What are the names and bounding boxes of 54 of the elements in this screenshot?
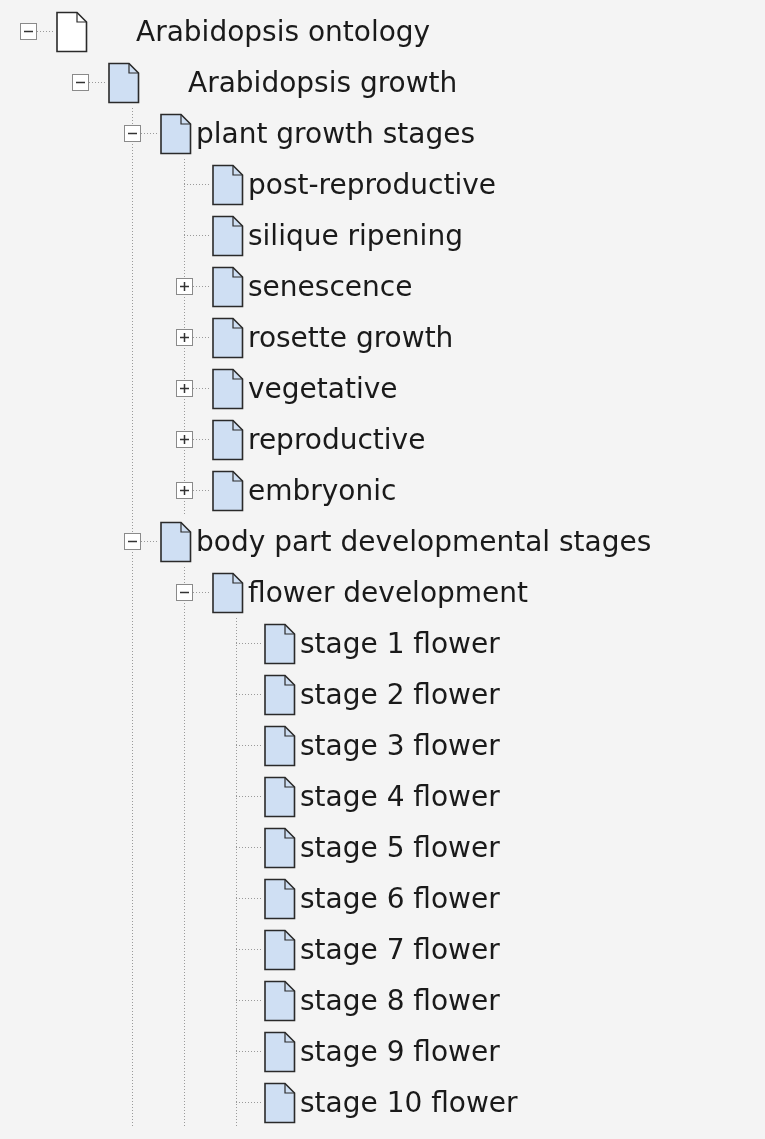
document-icon <box>262 826 296 869</box>
tree-item[interactable]: reproductive <box>248 423 426 456</box>
tree-item[interactable]: senescence <box>248 270 413 303</box>
plus-box-icon[interactable] <box>176 380 193 397</box>
tree-item[interactable]: body part developmental stages <box>196 525 652 558</box>
document-icon <box>106 61 140 104</box>
tree-item[interactable]: stage 9 flower <box>300 1035 500 1068</box>
minus-box-icon[interactable] <box>20 23 37 40</box>
tree-item[interactable]: post-reproductive <box>248 168 496 201</box>
document-icon <box>262 928 296 971</box>
document-icon <box>262 775 296 818</box>
tree-item[interactable]: plant growth stages <box>196 117 475 150</box>
document-icon <box>210 163 244 206</box>
tree-item[interactable]: Arabidopsis ontology <box>136 15 431 48</box>
tree-item[interactable]: vegetative <box>248 372 398 405</box>
document-icon <box>210 265 244 308</box>
plus-box-icon[interactable] <box>176 329 193 346</box>
document-icon <box>262 979 296 1022</box>
tree-item[interactable]: stage 7 flower <box>300 933 500 966</box>
tree-item[interactable]: embryonic <box>248 474 397 507</box>
document-icon <box>262 1081 296 1124</box>
tree-item[interactable]: stage 8 flower <box>300 984 500 1017</box>
document-icon <box>210 316 244 359</box>
tree-item[interactable]: stage 1 flower <box>300 627 500 660</box>
document-icon <box>210 571 244 614</box>
document-icon <box>262 1030 296 1073</box>
tree-item[interactable]: flower development <box>248 576 528 609</box>
document-icon <box>262 724 296 767</box>
tree-item[interactable]: Arabidopsis growth <box>188 66 458 99</box>
minus-box-icon[interactable] <box>72 74 89 91</box>
document-icon <box>210 469 244 512</box>
tree-item[interactable]: stage 3 flower <box>300 729 500 762</box>
document-icon <box>210 367 244 410</box>
tree-item[interactable]: stage 2 flower <box>300 678 500 711</box>
document-icon <box>158 520 192 563</box>
tree-item[interactable]: stage 5 flower <box>300 831 500 864</box>
document-icon <box>210 418 244 461</box>
tree-item[interactable]: stage 4 flower <box>300 780 500 813</box>
document-icon <box>262 673 296 716</box>
document-icon <box>210 214 244 257</box>
minus-box-icon[interactable] <box>124 125 141 142</box>
document-icon <box>54 10 88 53</box>
document-icon <box>262 877 296 920</box>
minus-box-icon[interactable] <box>176 584 193 601</box>
tree-item[interactable]: stage 10 flower <box>300 1086 518 1119</box>
plus-box-icon[interactable] <box>176 431 193 448</box>
tree-item[interactable]: rosette growth <box>248 321 454 354</box>
document-icon <box>158 112 192 155</box>
plus-box-icon[interactable] <box>176 482 193 499</box>
tree-item[interactable]: silique ripening <box>248 219 463 252</box>
minus-box-icon[interactable] <box>124 533 141 550</box>
document-icon <box>262 622 296 665</box>
tree-item[interactable]: stage 6 flower <box>300 882 500 915</box>
plus-box-icon[interactable] <box>176 278 193 295</box>
